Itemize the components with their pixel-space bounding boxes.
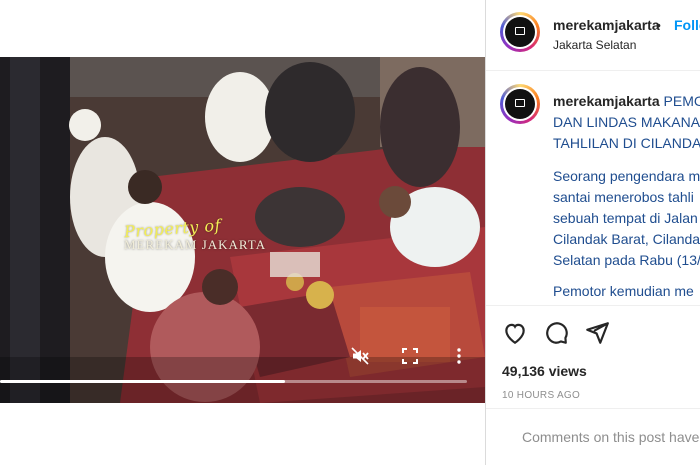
video-progress-bar[interactable] (0, 380, 467, 383)
post-location[interactable]: Jakarta Selatan (553, 38, 636, 52)
caption-head-line: DAN LINDAS MAKANA (553, 114, 700, 130)
caption-username[interactable]: merekamjakarta (553, 93, 660, 109)
brand-logo-icon (515, 99, 525, 107)
comment-bar (486, 408, 700, 465)
caption-body-line: Seorang pengendara m (553, 168, 700, 184)
video-player[interactable]: Property of MEREKAM JAKARTA (0, 57, 485, 403)
share-icon[interactable] (584, 320, 610, 346)
caption-paragraph: Pemotor kemudian me (553, 283, 694, 299)
brand-logo-icon (515, 27, 525, 35)
comment-input[interactable] (522, 427, 700, 447)
caption-avatar[interactable] (500, 84, 540, 124)
avatar[interactable] (500, 12, 540, 52)
caption-body-line: santai menerobos tahli (553, 189, 694, 205)
post-header: merekamjakarta • Follo Jakarta Selatan (486, 0, 700, 71)
more-vertical-icon[interactable] (450, 347, 468, 365)
header-separator: • (656, 17, 661, 33)
follow-button[interactable]: Follo (674, 17, 700, 33)
watermark-caps-text: MEREKAM JAKARTA (124, 237, 267, 252)
caption-body-line: Cilandak Barat, Cilanda (553, 231, 700, 247)
view-count[interactable]: 49,136 views (502, 363, 587, 379)
comment-icon[interactable] (543, 320, 569, 346)
caption-head-line: TAHLILAN DI CILANDA (553, 135, 700, 151)
post-timestamp: 10 HOURS AGO (502, 390, 581, 401)
caption-body-line: Selatan pada Rabu (13/ (553, 252, 700, 268)
mute-icon[interactable] (351, 347, 369, 365)
post-sidebar: merekamjakarta • Follo Jakarta Selatan m… (485, 0, 700, 465)
caption-body-line: sebuah tempat di Jalan (553, 210, 698, 226)
fullscreen-icon[interactable] (401, 347, 419, 365)
video-watermark: Property of MEREKAM JAKARTA (123, 216, 284, 259)
caption-head-line: PEMC (663, 93, 700, 109)
media-pane: Property of MEREKAM JAKARTA (0, 0, 485, 465)
caption-headline: merekamjakarta PEMC DAN LINDAS MAKANA TA… (553, 91, 700, 154)
heart-icon[interactable] (502, 320, 528, 346)
video-progress-fill (0, 380, 285, 383)
post-username[interactable]: merekamjakarta (553, 17, 660, 33)
caption-body: Seorang pengendara m santai menerobos ta… (553, 166, 700, 271)
